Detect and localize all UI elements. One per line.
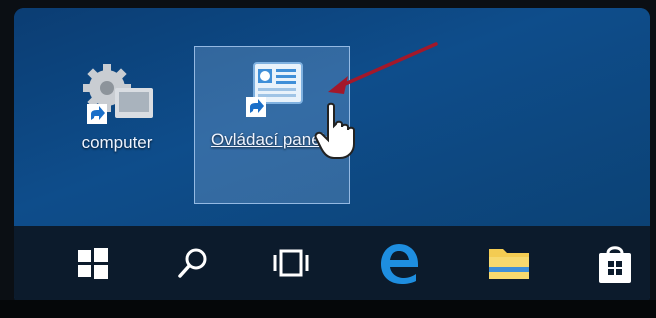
edge-button[interactable]: [370, 236, 428, 294]
hand-cursor-icon: [314, 102, 356, 165]
start-button[interactable]: [64, 236, 122, 294]
monitor-bezel: [0, 300, 656, 318]
desktop-icon-computer[interactable]: computer: [58, 50, 176, 180]
control-panel-icon: [232, 55, 312, 125]
task-view-icon: [271, 246, 311, 285]
computer-shortcut-icon: [77, 58, 157, 128]
store-icon: [595, 241, 635, 290]
icon-label-computer: computer: [81, 133, 153, 152]
search-icon: [176, 246, 210, 285]
search-button[interactable]: [164, 236, 222, 294]
file-explorer-button[interactable]: [480, 236, 538, 294]
windows-start-icon: [76, 246, 110, 285]
task-view-button[interactable]: [262, 236, 320, 294]
edge-icon: [376, 240, 422, 291]
monitor-screen: computer Ovládací panely: [14, 8, 650, 304]
taskbar: [14, 226, 650, 304]
store-button[interactable]: [586, 236, 644, 294]
file-explorer-icon: [486, 243, 532, 288]
